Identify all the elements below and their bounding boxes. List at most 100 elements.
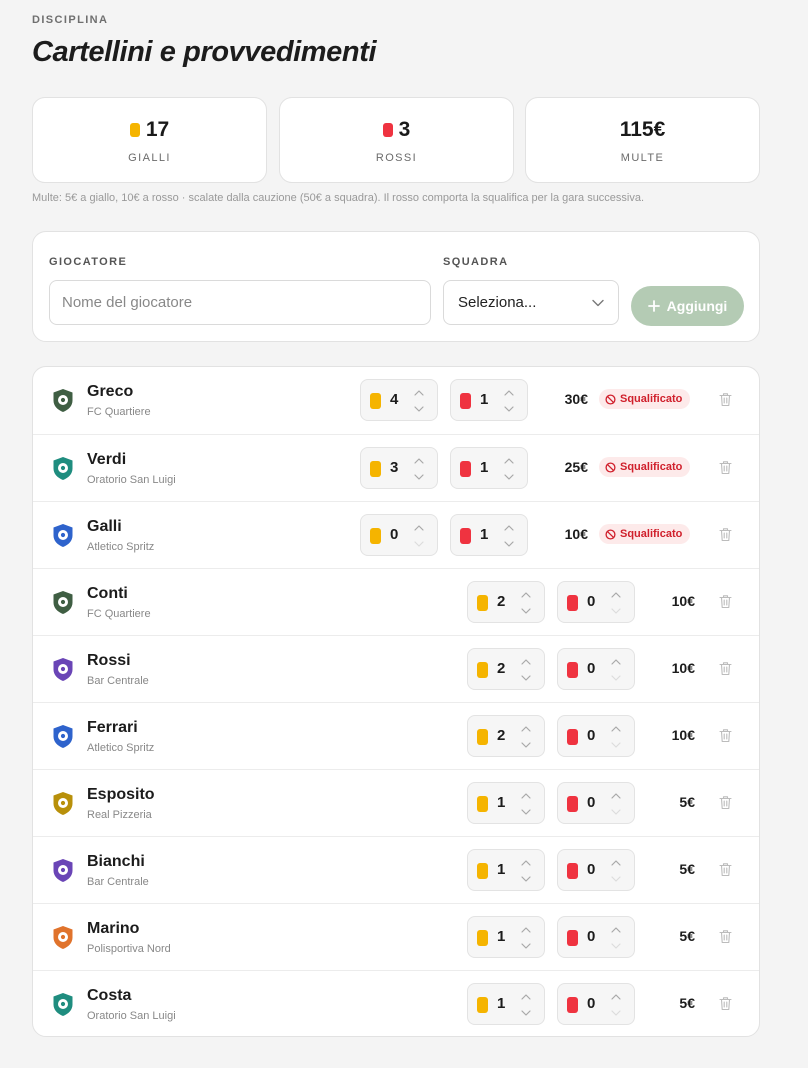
trash-icon[interactable] bbox=[719, 527, 732, 542]
yellow-card-icon bbox=[477, 662, 488, 678]
chevron-up-icon[interactable] bbox=[520, 992, 532, 1002]
yellow-stepper[interactable]: 0 bbox=[360, 514, 438, 556]
team-select[interactable]: Seleziona... bbox=[443, 280, 619, 325]
yellow-stepper[interactable]: 2 bbox=[467, 581, 545, 623]
stat-card-red: 3 ROSSI bbox=[279, 97, 514, 183]
red-card-icon bbox=[382, 123, 393, 137]
yellow-count: 2 bbox=[497, 593, 506, 610]
trash-icon[interactable] bbox=[719, 460, 732, 475]
yellow-stepper[interactable]: 1 bbox=[467, 849, 545, 891]
yellow-card-icon bbox=[477, 796, 488, 812]
yellow-stepper[interactable]: 1 bbox=[467, 916, 545, 958]
chevron-down-icon[interactable] bbox=[520, 1008, 532, 1018]
page-title: Cartellini e provvedimenti bbox=[32, 36, 377, 68]
trash-icon[interactable] bbox=[719, 996, 732, 1011]
red-stepper[interactable]: 0 bbox=[557, 782, 635, 824]
red-stepper[interactable]: 0 bbox=[557, 581, 635, 623]
chevron-up-icon[interactable] bbox=[413, 456, 425, 466]
player-list: Greco FC Quartiere 4 1 30€ Squalificato bbox=[32, 366, 760, 1037]
ban-icon bbox=[605, 461, 616, 473]
chevron-up-icon[interactable] bbox=[520, 791, 532, 801]
red-card-icon bbox=[460, 461, 471, 477]
player-name: Galli bbox=[87, 518, 122, 535]
chevron-down-icon[interactable] bbox=[503, 404, 515, 414]
red-stepper[interactable]: 1 bbox=[450, 514, 528, 556]
player-row: Costa Oratorio San Luigi 1 0 5€ bbox=[33, 970, 759, 1036]
add-button[interactable]: Aggiungi bbox=[631, 286, 744, 326]
yellow-stepper[interactable]: 4 bbox=[360, 379, 438, 421]
chevron-down-icon[interactable] bbox=[610, 673, 622, 683]
chevron-down-icon[interactable] bbox=[413, 539, 425, 549]
chevron-up-icon[interactable] bbox=[610, 590, 622, 600]
chevron-up-icon[interactable] bbox=[503, 388, 515, 398]
red-stepper[interactable]: 0 bbox=[557, 916, 635, 958]
chevron-down-icon[interactable] bbox=[610, 740, 622, 750]
add-card-form: GIOCATORE SQUADRA Seleziona... Aggiungi bbox=[32, 231, 760, 342]
chevron-down-icon[interactable] bbox=[413, 472, 425, 482]
chevron-up-icon[interactable] bbox=[413, 388, 425, 398]
chevron-up-icon[interactable] bbox=[610, 992, 622, 1002]
ban-icon bbox=[605, 393, 616, 405]
chevron-up-icon[interactable] bbox=[610, 657, 622, 667]
chevron-down-icon[interactable] bbox=[413, 404, 425, 414]
trash-icon[interactable] bbox=[719, 594, 732, 609]
stat-card-yellow: 17 GIALLI bbox=[32, 97, 267, 183]
yellow-card-icon bbox=[370, 461, 381, 477]
chevron-up-icon[interactable] bbox=[610, 724, 622, 734]
yellow-stepper[interactable]: 2 bbox=[467, 648, 545, 690]
chevron-up-icon[interactable] bbox=[610, 858, 622, 868]
trash-icon[interactable] bbox=[719, 728, 732, 743]
chevron-down-icon[interactable] bbox=[503, 472, 515, 482]
yellow-stepper[interactable]: 1 bbox=[467, 782, 545, 824]
chevron-down-icon[interactable] bbox=[610, 1008, 622, 1018]
team-shield-icon bbox=[53, 457, 73, 480]
player-team: FC Quartiere bbox=[87, 608, 151, 620]
trash-icon[interactable] bbox=[719, 392, 732, 407]
chevron-up-icon[interactable] bbox=[610, 925, 622, 935]
fines-note: Multe: 5€ a giallo, 10€ a rosso · scalat… bbox=[32, 192, 645, 204]
chevron-down-icon[interactable] bbox=[610, 874, 622, 884]
chevron-down-icon[interactable] bbox=[610, 807, 622, 817]
red-stepper[interactable]: 1 bbox=[450, 379, 528, 421]
yellow-count: 1 bbox=[497, 861, 506, 878]
chevron-up-icon[interactable] bbox=[520, 925, 532, 935]
chevron-up-icon[interactable] bbox=[520, 590, 532, 600]
player-name-input[interactable] bbox=[49, 280, 431, 325]
yellow-stepper[interactable]: 2 bbox=[467, 715, 545, 757]
player-name: Conti bbox=[87, 585, 128, 602]
team-shield-icon bbox=[53, 993, 73, 1016]
chevron-down-icon[interactable] bbox=[520, 673, 532, 683]
trash-icon[interactable] bbox=[719, 929, 732, 944]
chevron-down-icon[interactable] bbox=[610, 941, 622, 951]
chevron-up-icon[interactable] bbox=[520, 657, 532, 667]
section-eyebrow: DISCIPLINA bbox=[32, 14, 109, 26]
trash-icon[interactable] bbox=[719, 862, 732, 877]
chevron-up-icon[interactable] bbox=[520, 858, 532, 868]
plus-icon bbox=[647, 300, 660, 312]
chevron-down-icon[interactable] bbox=[520, 874, 532, 884]
yellow-card-icon bbox=[477, 863, 488, 879]
chevron-down-icon[interactable] bbox=[520, 606, 532, 616]
chevron-down-icon[interactable] bbox=[503, 539, 515, 549]
chevron-down-icon[interactable] bbox=[520, 807, 532, 817]
chevron-up-icon[interactable] bbox=[610, 791, 622, 801]
yellow-stepper[interactable]: 1 bbox=[467, 983, 545, 1025]
team-shield-icon bbox=[53, 658, 73, 681]
red-stepper[interactable]: 0 bbox=[557, 849, 635, 891]
red-stepper[interactable]: 0 bbox=[557, 715, 635, 757]
chevron-down-icon[interactable] bbox=[520, 941, 532, 951]
red-stepper[interactable]: 1 bbox=[450, 447, 528, 489]
yellow-stepper[interactable]: 3 bbox=[360, 447, 438, 489]
chevron-up-icon[interactable] bbox=[503, 523, 515, 533]
red-stepper[interactable]: 0 bbox=[557, 648, 635, 690]
chevron-down-icon[interactable] bbox=[610, 606, 622, 616]
chevron-up-icon[interactable] bbox=[520, 724, 532, 734]
team-shield-icon bbox=[53, 591, 73, 614]
red-count: 0 bbox=[587, 861, 596, 878]
red-stepper[interactable]: 0 bbox=[557, 983, 635, 1025]
chevron-up-icon[interactable] bbox=[413, 523, 425, 533]
trash-icon[interactable] bbox=[719, 795, 732, 810]
chevron-down-icon[interactable] bbox=[520, 740, 532, 750]
trash-icon[interactable] bbox=[719, 661, 732, 676]
chevron-up-icon[interactable] bbox=[503, 456, 515, 466]
